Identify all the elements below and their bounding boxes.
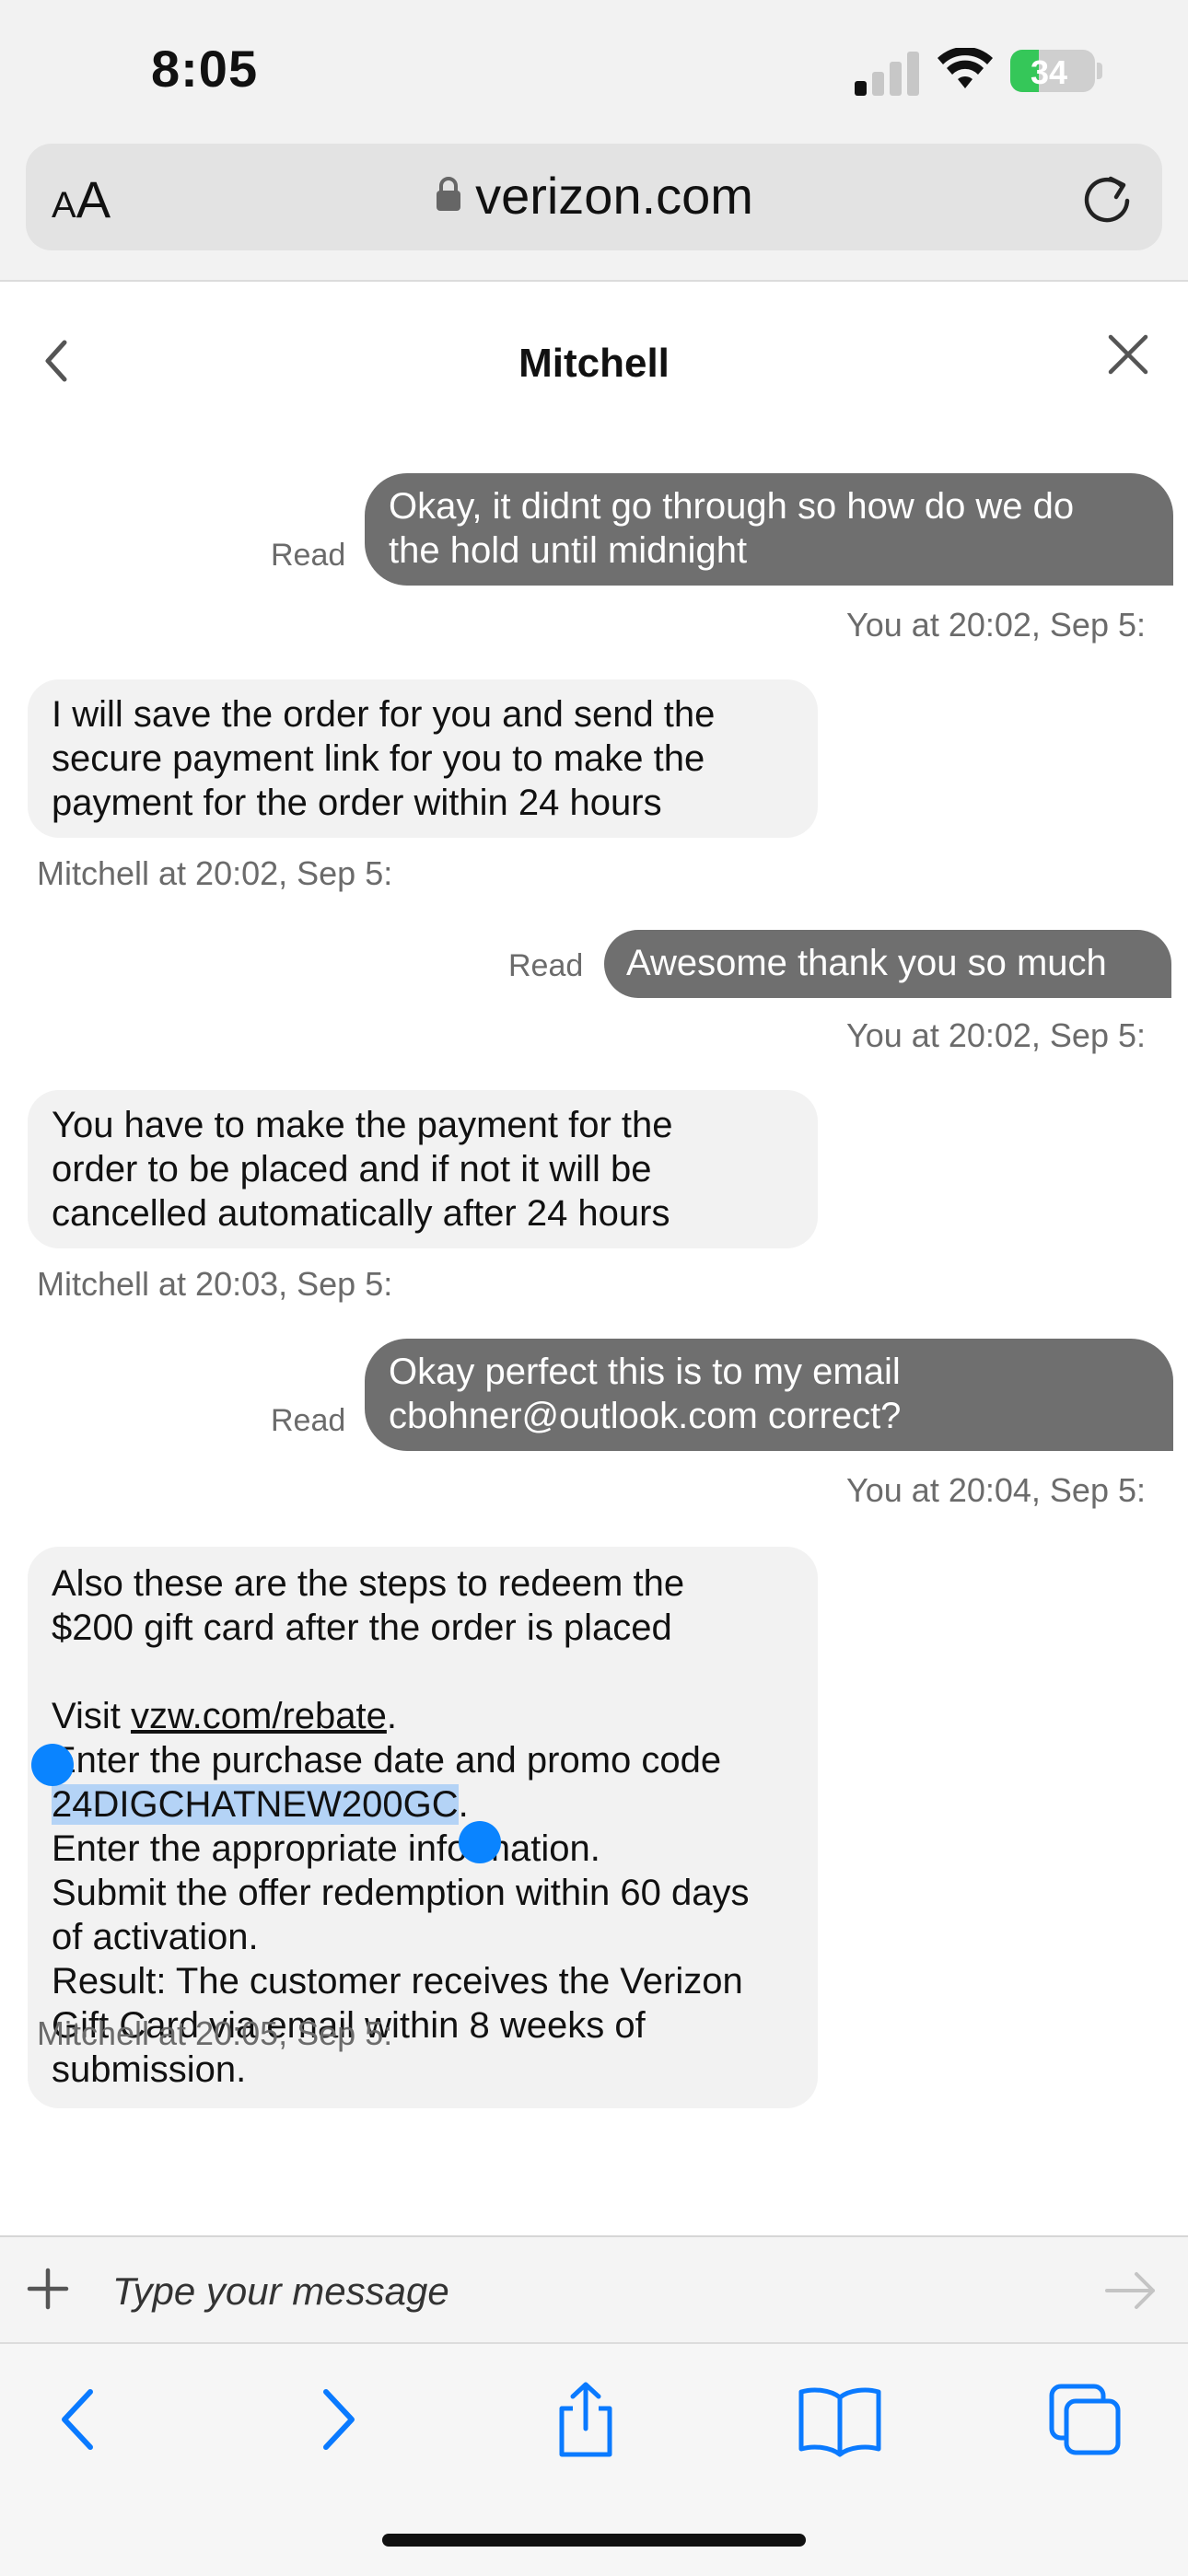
message-timestamp: You at 20:02, Sep 5: [846, 606, 1146, 644]
message-timestamp: You at 20:04, Sep 5: [846, 1471, 1146, 1509]
battery-charging-icon: 34 [1010, 50, 1095, 92]
promo-code-selected[interactable]: 24DIGCHATNEW200GC [52, 1784, 459, 1825]
status-bar: 8:05 34 [0, 0, 1188, 138]
home-indicator [382, 2534, 806, 2547]
incoming-message[interactable]: I will save the order for you and send t… [28, 679, 818, 838]
selection-start-handle[interactable] [31, 1744, 74, 1786]
url-domain: verizon.com [475, 167, 753, 225]
read-receipt: Read [271, 1403, 346, 1438]
selection-end-handle[interactable] [459, 1821, 501, 1863]
read-receipt: Read [271, 538, 346, 573]
forward-arrow-icon[interactable] [298, 2381, 376, 2458]
send-arrow-icon[interactable] [1101, 2263, 1160, 2318]
url-display[interactable]: verizon.com [26, 166, 1162, 226]
outgoing-message[interactable]: Okay, it didnt go through so how do we d… [365, 473, 1173, 586]
incoming-message[interactable]: You have to make the payment for the ord… [28, 1090, 818, 1248]
close-icon[interactable] [1105, 331, 1151, 377]
lock-icon [437, 177, 461, 212]
share-icon[interactable] [547, 2381, 624, 2458]
chat-title: Mitchell [518, 341, 670, 386]
message-timestamp: Mitchell at 20:02, Sep 5: [37, 854, 393, 892]
url-bar[interactable]: AA verizon.com [26, 144, 1162, 250]
status-time: 8:05 [151, 40, 259, 98]
battery-percent: 34 [1030, 53, 1068, 91]
read-receipt: Read [508, 948, 584, 983]
rebate-link[interactable]: vzw.com/rebate [131, 1696, 387, 1736]
message-timestamp: Mitchell at 20:03, Sep 5: [37, 1265, 393, 1303]
wifi-icon [938, 48, 993, 88]
chat-header: Mitchell [0, 282, 1188, 438]
outgoing-message[interactable]: Awesome thank you so much [604, 930, 1171, 998]
message-input[interactable] [111, 2265, 1035, 2318]
message-timestamp: Mitchell at 20:05, Sep 5: [37, 2014, 393, 2052]
back-arrow-icon[interactable] [41, 2381, 118, 2458]
outgoing-message[interactable]: Okay perfect this is to my email cbohner… [365, 1339, 1173, 1451]
message-composer [0, 2235, 1188, 2344]
signal-icon [855, 48, 919, 96]
tabs-icon[interactable] [1046, 2381, 1124, 2458]
reload-icon[interactable] [1077, 168, 1136, 226]
bookmarks-icon[interactable] [796, 2381, 884, 2458]
chat-panel: Mitchell Read Okay, it didnt go through … [0, 280, 1188, 2237]
battery-nub [1097, 63, 1102, 79]
plus-icon[interactable] [26, 2267, 70, 2311]
message-timestamp: You at 20:02, Sep 5: [846, 1016, 1146, 1054]
